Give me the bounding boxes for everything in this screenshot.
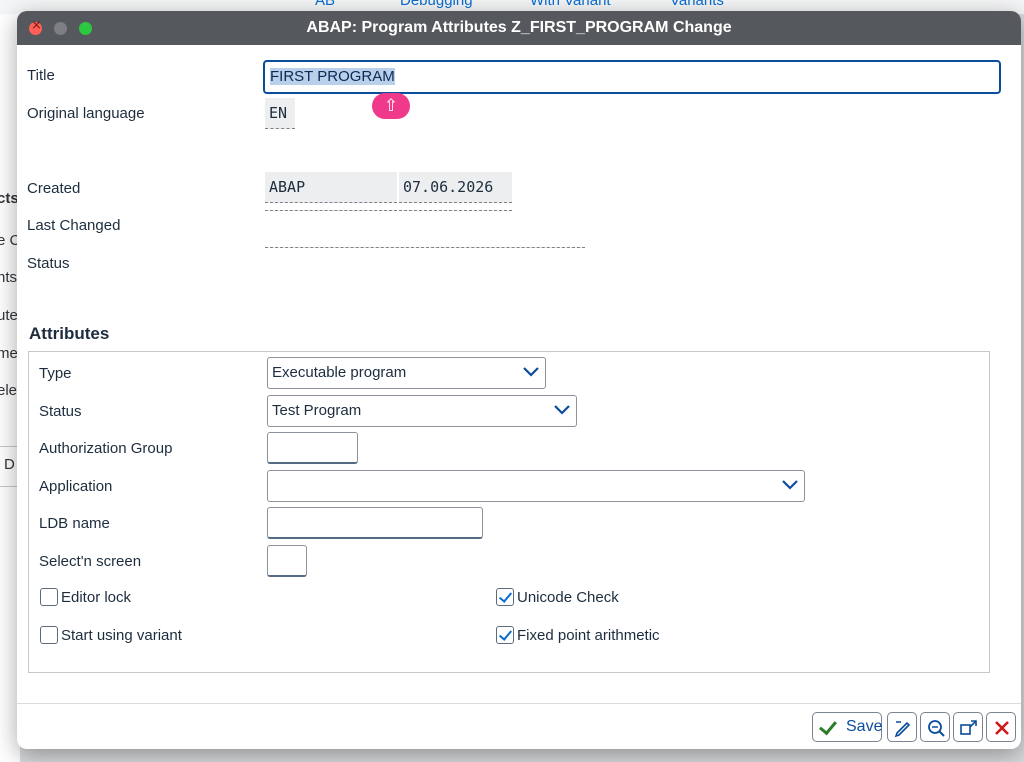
ab-button[interactable]: AB	[315, 0, 335, 9]
status-value	[265, 247, 585, 248]
authorization-group-label: Authorization Group	[39, 440, 173, 457]
title-input-value: FIRST PROGRAM	[270, 68, 395, 85]
unicode-check-checkbox[interactable]	[496, 588, 514, 606]
save-button-label: Save	[846, 718, 883, 735]
start-using-variant-label: Start using variant	[61, 627, 182, 644]
selection-screen-input[interactable]	[267, 545, 307, 577]
attributes-section-title: Attributes	[29, 324, 110, 343]
chevron-down-icon	[523, 367, 539, 377]
original-language-value: EN	[265, 98, 295, 129]
application-dropdown[interactable]	[267, 470, 805, 502]
bg-text-fragment: ele	[0, 382, 18, 399]
application-label: Application	[39, 478, 113, 495]
bg-text-fragment: nts	[0, 269, 18, 286]
last-changed-label: Last Changed	[27, 217, 121, 234]
window-title: ABAP: Program Attributes Z_FIRST_PROGRAM…	[306, 19, 732, 36]
last-changed-date-value	[399, 210, 512, 211]
created-date-value: 07.06.2026	[399, 172, 512, 203]
program-status-value: Test Program	[272, 402, 362, 419]
chevron-down-icon	[554, 405, 570, 415]
zoom-button[interactable]	[920, 712, 950, 742]
close-icon	[995, 721, 1009, 735]
checkmark-icon	[819, 716, 837, 736]
expand-icon	[960, 720, 977, 735]
ldb-name-input[interactable]	[267, 507, 483, 539]
expand-button[interactable]	[953, 712, 983, 742]
fixed-point-arithmetic-checkbox[interactable]	[496, 626, 514, 644]
selection-screen-label: Select'n screen	[39, 553, 142, 570]
save-button[interactable]: Save	[812, 712, 882, 742]
edit-icon	[894, 721, 911, 738]
program-attributes-dialog: ABAP: Program Attributes Z_FIRST_PROGRAM…	[17, 11, 1021, 749]
edit-button[interactable]	[887, 712, 917, 742]
authorization-group-input[interactable]	[267, 432, 358, 464]
with-variant-button[interactable]: With Variant	[530, 0, 611, 9]
caps-shift-icon: ⇧	[372, 93, 410, 119]
editor-lock-label: Editor lock	[61, 589, 132, 606]
created-label: Created	[27, 180, 81, 197]
footer-divider	[17, 703, 1021, 704]
cancel-button[interactable]	[986, 712, 1016, 742]
created-by-value: ABAP	[265, 172, 397, 203]
unicode-check-label: Unicode Check	[517, 589, 619, 606]
start-using-variant-checkbox[interactable]	[40, 626, 58, 644]
title-input[interactable]: FIRST PROGRAM	[263, 60, 1001, 94]
variants-button[interactable]: Variants	[670, 0, 724, 9]
zoom-icon	[928, 720, 945, 737]
bg-text-fragment: D	[4, 456, 15, 473]
last-changed-by-value	[265, 210, 397, 211]
original-language-label: Original language	[27, 105, 145, 122]
program-status-dropdown[interactable]: Test Program	[267, 395, 577, 427]
bg-text-fragment: cts	[0, 190, 19, 207]
fixed-point-arithmetic-label: Fixed point arithmetic	[517, 627, 660, 644]
bg-text-fragment: ute	[0, 307, 18, 324]
title-label: Title	[27, 67, 55, 84]
bg-text-fragment: me	[0, 345, 18, 362]
type-dropdown[interactable]: Executable program	[267, 357, 546, 389]
ldb-name-label: LDB name	[39, 515, 110, 532]
type-dropdown-value: Executable program	[272, 364, 407, 381]
type-label: Type	[39, 365, 72, 382]
editor-lock-checkbox[interactable]	[40, 588, 58, 606]
chevron-down-icon	[782, 480, 798, 490]
program-status-label: Status	[39, 403, 82, 420]
status-label: Status	[27, 255, 70, 272]
debugging-button[interactable]: Debugging	[400, 0, 473, 9]
title-bar[interactable]: ABAP: Program Attributes Z_FIRST_PROGRAM…	[17, 11, 1021, 45]
